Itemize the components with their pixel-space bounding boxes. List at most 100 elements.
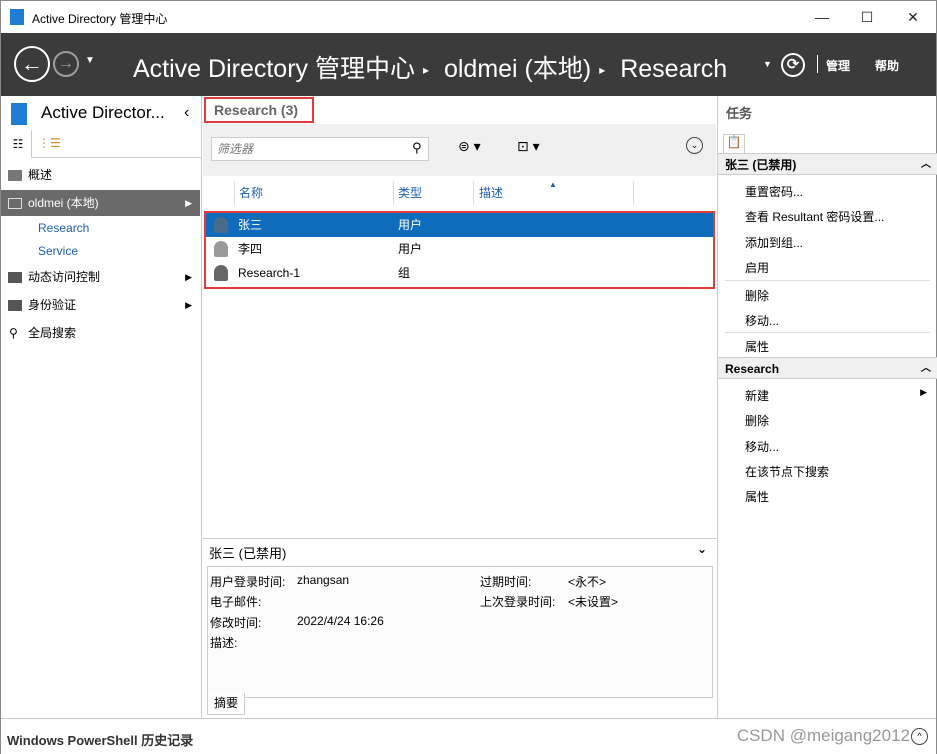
chevron-down-icon[interactable]: ⌄: [697, 542, 707, 556]
powershell-history-bar[interactable]: Windows PowerShell 历史记录 CSDN @meigang201…: [1, 718, 936, 754]
maximize-button[interactable]: ☐: [844, 5, 890, 29]
minimize-button[interactable]: —: [799, 5, 845, 29]
summary-box: 用户登录时间: zhangsan 电子邮件: 修改时间: 2022/4/24 1…: [207, 566, 713, 698]
task-move[interactable]: 移动...: [745, 438, 935, 455]
sort-indicator-icon: ▲: [549, 180, 557, 189]
task-delete[interactable]: 删除: [745, 412, 935, 429]
overview-icon: [8, 170, 22, 181]
domain-icon: [8, 198, 22, 209]
nav-label: oldmei (本地): [28, 196, 99, 210]
divider: [725, 332, 930, 333]
manage-menu[interactable]: 管理: [826, 57, 850, 74]
folder-icon: [8, 272, 22, 283]
field-value: <未设置>: [568, 595, 619, 609]
chevron-right-icon: ▸: [422, 63, 430, 78]
row-name: Research-1: [238, 266, 301, 280]
search-icon: ⚲: [9, 326, 18, 340]
field-label: 描述:: [210, 636, 238, 650]
submenu-arrow-icon: ▶: [920, 387, 927, 397]
breadcrumb-item[interactable]: oldmei (本地): [444, 55, 591, 83]
title-bar: Active Directory 管理中心 — ☐ ✕: [1, 1, 936, 33]
chevron-up-icon: ︿: [921, 159, 931, 170]
nav-item-service[interactable]: Service: [1, 238, 200, 264]
nav-label: 全局搜索: [28, 326, 77, 340]
expand-icon[interactable]: ▶: [185, 264, 192, 290]
expand-up-icon[interactable]: ^: [911, 728, 928, 745]
detail-title: 张三 (已禁用): [209, 546, 287, 561]
search-icon[interactable]: ⚲: [412, 140, 422, 156]
field-label: 电子邮件:: [210, 595, 262, 609]
task-new[interactable]: 新建 ▶: [745, 387, 935, 404]
column-divider: [393, 181, 394, 205]
column-header-type[interactable]: 类型: [398, 184, 422, 201]
nav-label: 概述: [28, 168, 53, 182]
folder-icon: [8, 300, 22, 311]
task-delete[interactable]: 删除: [745, 287, 935, 304]
task-search-under-node[interactable]: 在该节点下搜索: [745, 463, 935, 480]
task-resultant-password[interactable]: 查看 Resultant 密码设置...: [745, 208, 935, 225]
nav-item-dac[interactable]: 动态访问控制 ▶: [1, 264, 200, 290]
task-properties[interactable]: 属性: [745, 338, 935, 355]
breadcrumb-item[interactable]: Research: [620, 55, 727, 83]
history-dropdown-icon[interactable]: ▼: [85, 55, 95, 66]
expand-toolbar-button[interactable]: ⌄: [686, 137, 703, 154]
row-type: 用户: [398, 242, 423, 256]
view-options-button[interactable]: ⊜ ▾: [458, 138, 481, 155]
app-icon: [10, 9, 24, 25]
breadcrumb-item[interactable]: Active Directory 管理中心: [133, 55, 415, 83]
toolbar: 筛选器 ⚲ ⊜ ▾ ⊡ ▾ ⌄: [203, 124, 716, 176]
disabled-user-icon: [214, 241, 228, 257]
nav-item-overview[interactable]: 概述: [1, 162, 200, 188]
list-view-tab[interactable]: ☷: [5, 133, 31, 157]
table-row[interactable]: 李四 用户: [206, 237, 713, 261]
table-row[interactable]: Research-1 组: [206, 261, 713, 285]
nav-item-authentication[interactable]: 身份验证 ▶: [1, 292, 200, 318]
breadcrumb: Active Directory 管理中心 ▸ oldmei (本地) ▸ Rese…: [133, 49, 735, 85]
content-pane: Research (3) 筛选器 ⚲ ⊜ ▾ ⊡ ▾ ⌄ 名称 类型 描述 ▲ …: [203, 96, 716, 718]
close-button[interactable]: ✕: [890, 5, 936, 29]
help-menu[interactable]: 帮助: [875, 57, 899, 74]
row-name: 张三: [238, 218, 263, 232]
task-move[interactable]: 移动...: [745, 312, 935, 329]
task-properties[interactable]: 属性: [745, 488, 935, 505]
task-reset-password[interactable]: 重置密码...: [745, 183, 935, 200]
nav-item-oldmei[interactable]: oldmei (本地) ▶: [1, 190, 200, 216]
window-title: Active Directory 管理中心: [32, 12, 168, 26]
nav-label: 身份验证: [28, 298, 77, 312]
ad-icon: [11, 103, 27, 125]
section-header-research[interactable]: Research ︿: [718, 357, 937, 379]
breadcrumb-dropdown-icon[interactable]: ▼: [763, 59, 772, 69]
container-header: Research (3): [204, 97, 314, 123]
task-enable[interactable]: 启用: [745, 259, 935, 276]
back-button[interactable]: ←: [14, 46, 50, 82]
field-label: 过期时间:: [480, 575, 532, 589]
pane-title: Active Director...: [41, 103, 165, 122]
field-value: zhangsan: [297, 573, 350, 587]
divider: [817, 55, 818, 73]
tab-summary[interactable]: 摘要: [207, 693, 245, 715]
detail-pane: 张三 (已禁用) ⌄ 用户登录时间: zhangsan 电子邮件: 修改时间: …: [203, 538, 716, 718]
disabled-user-icon: [214, 217, 228, 233]
collapse-pane-button[interactable]: ‹: [184, 104, 189, 122]
section-header-user[interactable]: 张三 (已禁用) ︿: [718, 153, 937, 175]
table-row[interactable]: 张三 用户: [206, 213, 713, 237]
forward-button[interactable]: →: [53, 51, 79, 77]
section-title: 张三 (已禁用): [725, 158, 797, 172]
tree-view-tab[interactable]: ⋮☰: [31, 130, 201, 158]
column-header-name[interactable]: 名称: [239, 184, 263, 201]
column-divider: [234, 181, 235, 205]
chevron-up-icon: ︿: [921, 363, 931, 374]
expand-icon[interactable]: ▶: [185, 292, 192, 318]
expand-icon[interactable]: ▶: [185, 190, 192, 216]
column-header-description[interactable]: 描述: [479, 184, 503, 201]
refresh-button[interactable]: ⟳: [781, 53, 805, 77]
save-query-button[interactable]: ⊡ ▾: [517, 138, 540, 155]
app-window: Active Directory 管理中心 — ☐ ✕ ← → ▼ Active…: [0, 0, 937, 754]
nav-item-global-search[interactable]: ⚲ 全局搜索: [1, 320, 200, 346]
nav-label: 动态访问控制: [28, 270, 101, 284]
row-name: 李四: [238, 242, 263, 256]
filter-input[interactable]: 筛选器: [211, 137, 429, 161]
clipboard-icon[interactable]: 📋: [723, 134, 745, 154]
column-divider: [473, 181, 474, 205]
task-add-to-group[interactable]: 添加到组...: [745, 234, 935, 251]
